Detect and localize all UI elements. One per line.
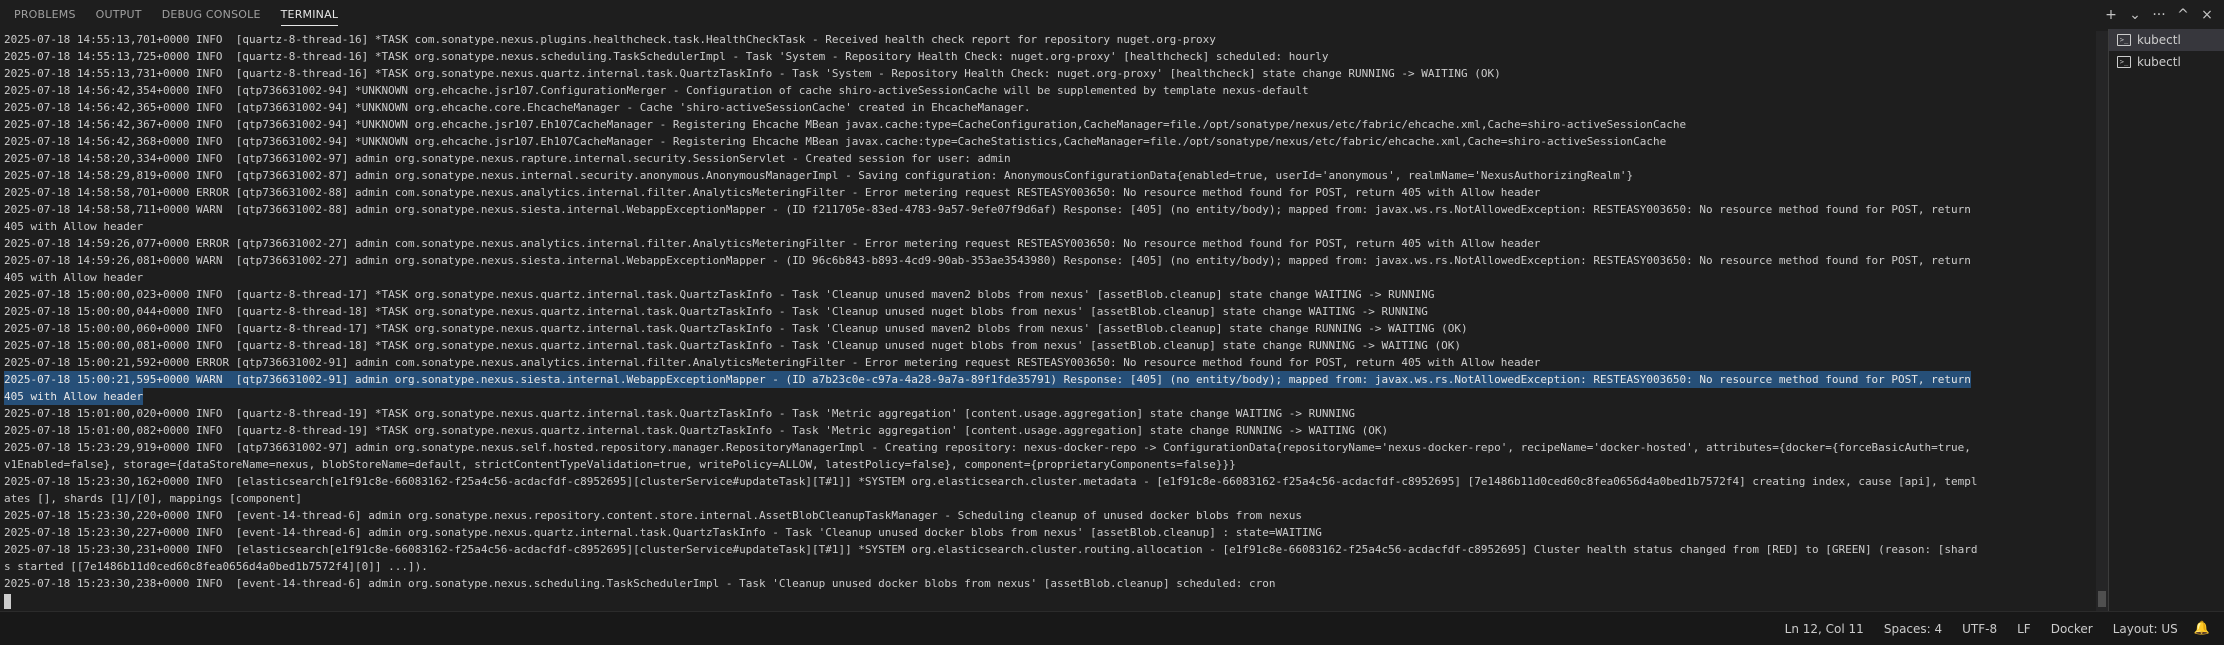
end-of-line[interactable]: LF: [2007, 622, 2041, 636]
panel-header: PROBLEMS OUTPUT DEBUG CONSOLE TERMINAL +…: [0, 0, 2224, 29]
terminal-line: 2025-07-18 15:00:00,060+0000 INFO [quart…: [4, 322, 1468, 335]
terminal-icon: >_: [2117, 56, 2131, 68]
notifications-bell-icon[interactable]: 🔔: [2188, 621, 2224, 636]
more-actions-icon[interactable]: ···: [2148, 4, 2170, 26]
terminal-line: 405 with Allow header: [4, 220, 144, 233]
indentation[interactable]: Spaces: 4: [1874, 622, 1952, 636]
terminal-line: 2025-07-18 14:59:26,077+0000 ERROR [qtp7…: [4, 237, 1541, 250]
terminal-output[interactable]: 2025-07-18 14:55:13,701+0000 INFO [quart…: [0, 31, 2094, 612]
terminal-line: 2025-07-18 15:23:30,220+0000 INFO [event…: [4, 509, 1303, 522]
language-mode[interactable]: Docker: [2041, 622, 2103, 636]
chevron-down-icon[interactable]: ⌄: [2124, 4, 2146, 26]
terminal-line: v1Enabled=false}, storage={dataStoreName…: [4, 458, 1236, 471]
terminal-line: ates [], shards [1]/[0], mappings [compo…: [4, 492, 303, 505]
terminal-line: 2025-07-18 15:23:29,919+0000 INFO [qtp73…: [4, 441, 1971, 454]
terminal-line: 2025-07-18 14:55:13,701+0000 INFO [quart…: [4, 33, 1216, 46]
terminal-line: 2025-07-18 15:00:21,592+0000 ERROR [qtp7…: [4, 356, 1541, 369]
terminal-line: 2025-07-18 14:56:42,367+0000 INFO [qtp73…: [4, 118, 1687, 131]
terminal-line: 2025-07-18 15:23:30,231+0000 INFO [elast…: [4, 543, 1978, 556]
terminal-line: 2025-07-18 14:55:13,725+0000 INFO [quart…: [4, 50, 1329, 63]
tab-debug-console[interactable]: DEBUG CONSOLE: [152, 0, 271, 29]
tab-terminal[interactable]: TERMINAL: [271, 0, 349, 29]
terminal-line: 2025-07-18 14:58:29,819+0000 INFO [qtp73…: [4, 169, 1634, 182]
terminal-line: s started [[7e1486b11d0ced60c8fea0656d4a…: [4, 560, 428, 573]
terminal-line: 2025-07-18 14:55:13,731+0000 INFO [quart…: [4, 67, 1501, 80]
terminal-line: 405 with Allow header: [4, 271, 144, 284]
status-bar: Ln 12, Col 11 Spaces: 4 UTF-8 LF Docker …: [0, 611, 2224, 645]
keyboard-layout[interactable]: Layout: US: [2103, 622, 2188, 636]
terminal-line: 2025-07-18 15:23:30,238+0000 INFO [event…: [4, 577, 1276, 590]
terminal-line: 2025-07-18 15:00:21,595+0000 WARN [qtp73…: [4, 371, 1971, 388]
terminal-line: 2025-07-18 15:23:30,227+0000 INFO [event…: [4, 526, 1322, 539]
close-panel-icon[interactable]: ×: [2196, 4, 2218, 26]
terminal-scrollbar[interactable]: [2096, 31, 2108, 612]
cursor-position[interactable]: Ln 12, Col 11: [1775, 622, 1874, 636]
terminal-line: 2025-07-18 14:56:42,368+0000 INFO [qtp73…: [4, 135, 1667, 148]
terminal-cursor: [4, 594, 11, 609]
terminal-line: 2025-07-18 15:00:00,044+0000 INFO [quart…: [4, 305, 1428, 318]
terminal-line: 2025-07-18 15:01:00,082+0000 INFO [quart…: [4, 424, 1389, 437]
terminal-line: 2025-07-18 15:23:30,162+0000 INFO [elast…: [4, 475, 1978, 488]
terminal-list: >_ kubectl >_ kubectl: [2108, 29, 2224, 612]
encoding[interactable]: UTF-8: [1952, 622, 2007, 636]
terminal-line: 2025-07-18 14:59:26,081+0000 WARN [qtp73…: [4, 254, 1971, 267]
tab-problems[interactable]: PROBLEMS: [4, 0, 86, 29]
terminal-item-kubectl-2[interactable]: >_ kubectl: [2109, 51, 2224, 73]
terminal-line: 2025-07-18 14:58:20,334+0000 INFO [qtp73…: [4, 152, 1011, 165]
terminal-item-label: kubectl: [2137, 33, 2181, 47]
tab-output[interactable]: OUTPUT: [86, 0, 152, 29]
new-terminal-icon[interactable]: +: [2100, 4, 2122, 26]
terminal-line: 2025-07-18 15:01:00,020+0000 INFO [quart…: [4, 407, 1356, 420]
terminal-line: 2025-07-18 14:58:58,711+0000 WARN [qtp73…: [4, 203, 1971, 216]
terminal-line: 2025-07-18 14:56:42,354+0000 INFO [qtp73…: [4, 84, 1309, 97]
maximize-panel-icon[interactable]: ^: [2172, 4, 2194, 26]
terminal-line: 2025-07-18 15:00:00,081+0000 INFO [quart…: [4, 339, 1461, 352]
terminal-line: 405 with Allow header: [4, 388, 144, 405]
scroll-thumb[interactable]: [2098, 591, 2106, 607]
terminal-item-kubectl-1[interactable]: >_ kubectl: [2109, 29, 2224, 51]
terminal-line: 2025-07-18 14:56:42,365+0000 INFO [qtp73…: [4, 101, 1031, 114]
terminal-line: 2025-07-18 14:58:58,701+0000 ERROR [qtp7…: [4, 186, 1541, 199]
terminal-line: 2025-07-18 15:00:00,023+0000 INFO [quart…: [4, 288, 1435, 301]
panel-actions: + ⌄ ··· ^ ×: [2100, 0, 2218, 29]
terminal-item-label: kubectl: [2137, 55, 2181, 69]
panel-tabs: PROBLEMS OUTPUT DEBUG CONSOLE TERMINAL: [4, 0, 348, 29]
terminal-icon: >_: [2117, 34, 2131, 46]
